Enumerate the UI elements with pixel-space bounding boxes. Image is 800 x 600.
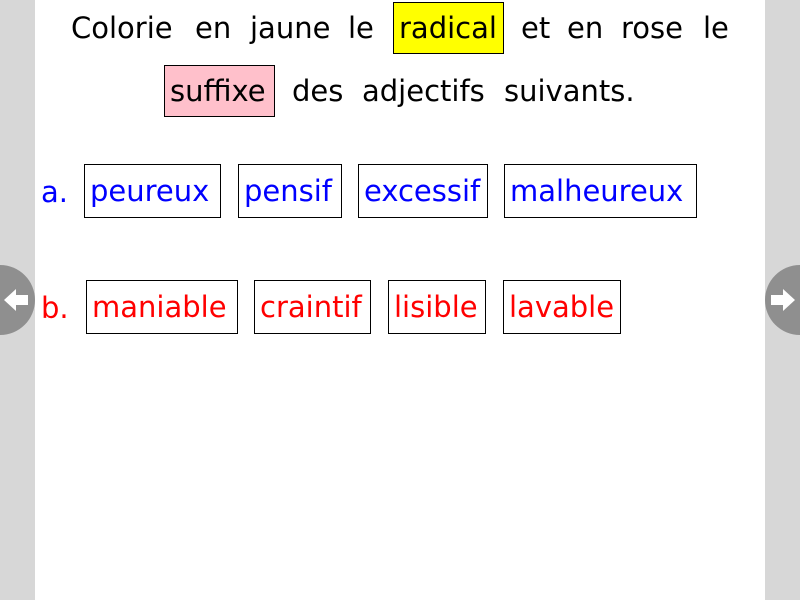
- instruction-word: adjectifs: [362, 74, 485, 108]
- instruction-word: en: [195, 11, 232, 45]
- radical-highlight: radical: [393, 2, 504, 54]
- row-label-a: a.: [41, 175, 68, 209]
- previous-page-button[interactable]: [0, 265, 35, 335]
- arrow-left-icon: [4, 289, 28, 311]
- adjective-excessif[interactable]: excessif: [358, 164, 488, 218]
- instruction-word: le: [703, 11, 729, 45]
- adjective-peureux[interactable]: peureux: [84, 164, 221, 218]
- exercise-page: Colorie en jaune le radical et en rose l…: [35, 0, 765, 600]
- suffixe-highlight: suffixe: [164, 65, 275, 117]
- arrow-right-icon: [771, 289, 795, 311]
- adjective-lavable[interactable]: lavable: [503, 280, 621, 334]
- instruction-word: Colorie: [71, 11, 173, 45]
- instruction-word: et: [521, 11, 551, 45]
- instruction-word: jaune: [250, 11, 331, 45]
- adjective-maniable[interactable]: maniable: [86, 280, 238, 334]
- instruction-line-1: Colorie en jaune le radical et en rose l…: [35, 1, 765, 55]
- adjective-lisible[interactable]: lisible: [388, 280, 486, 334]
- instruction-word: le: [348, 11, 374, 45]
- instruction-word: rose: [621, 11, 683, 45]
- adjective-malheureux[interactable]: malheureux: [504, 164, 697, 218]
- instruction-word: suivants.: [504, 74, 635, 108]
- row-label-b: b.: [41, 291, 69, 325]
- next-page-button[interactable]: [765, 265, 800, 335]
- adjective-craintif[interactable]: craintif: [254, 280, 371, 334]
- instruction-line-2: suffixe des adjectifs suivants.: [35, 64, 765, 118]
- instruction-word: en: [567, 11, 604, 45]
- adjective-pensif[interactable]: pensif: [238, 164, 342, 218]
- instruction-word: des: [292, 74, 344, 108]
